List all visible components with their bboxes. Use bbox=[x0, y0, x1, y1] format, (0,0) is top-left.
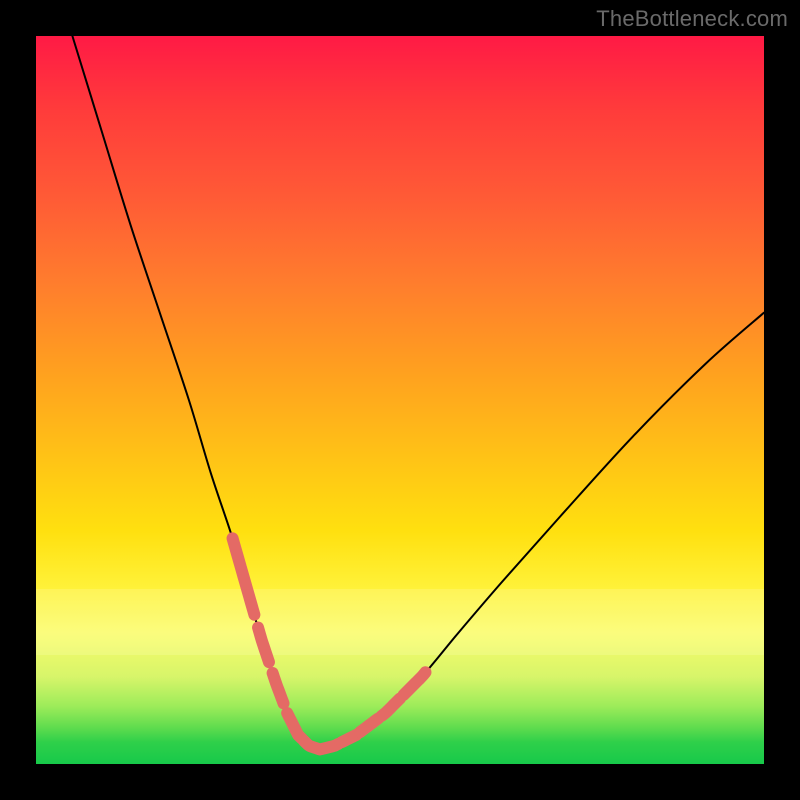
highlight-bead bbox=[342, 735, 357, 742]
curve-svg bbox=[36, 36, 764, 764]
highlight-beads bbox=[233, 538, 426, 749]
highlight-bead bbox=[273, 673, 284, 703]
watermark-text: TheBottleneck.com bbox=[596, 6, 788, 32]
plot-area bbox=[36, 36, 764, 764]
highlight-bead bbox=[404, 672, 426, 695]
bottleneck-curve-path bbox=[72, 36, 764, 749]
highlight-bead bbox=[382, 698, 400, 715]
highlight-bead bbox=[233, 538, 255, 614]
highlight-bead bbox=[258, 628, 269, 663]
highlight-bead bbox=[360, 719, 378, 733]
highlight-bead bbox=[287, 713, 302, 738]
chart-frame: TheBottleneck.com bbox=[0, 0, 800, 800]
highlight-bead bbox=[322, 744, 338, 749]
